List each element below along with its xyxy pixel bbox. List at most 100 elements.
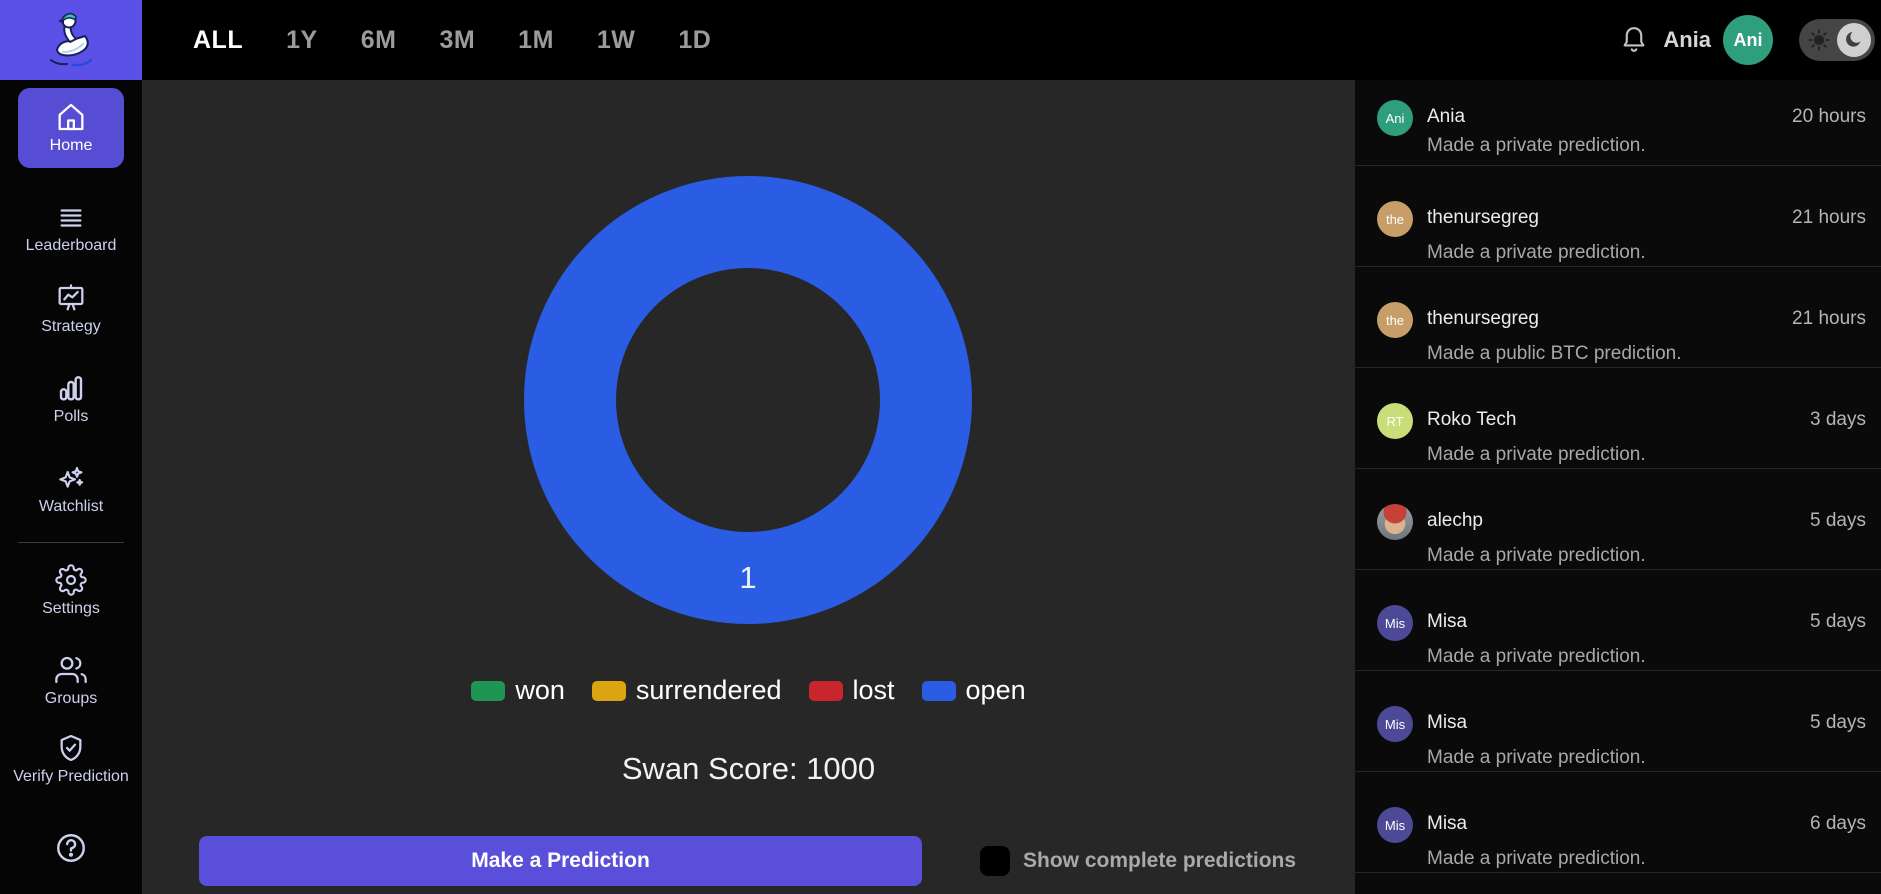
feed-timestamp: 6 days — [1810, 813, 1866, 834]
avatar: the — [1377, 302, 1413, 338]
sidebar-item-help[interactable] — [0, 831, 142, 865]
avatar: the — [1377, 201, 1413, 237]
feed-item[interactable]: the thenursegreg 21 hours Made a public … — [1355, 267, 1881, 368]
avatar: Mis — [1377, 706, 1413, 742]
bar-chart-icon — [0, 372, 142, 404]
feed-timestamp: 3 days — [1810, 409, 1866, 430]
legend-item-lost[interactable]: lost — [808, 675, 895, 706]
feed-description: Made a private prediction. — [1427, 848, 1646, 869]
tab-1w[interactable]: 1W — [597, 26, 636, 55]
sidebar-item-watchlist[interactable]: Watchlist — [0, 462, 142, 517]
sparkles-icon — [0, 462, 142, 494]
make-prediction-button[interactable]: Make a Prediction — [199, 836, 922, 886]
feed-description: Made a private prediction. — [1427, 444, 1646, 465]
feed-item[interactable]: the thenursegreg 21 hours Made a private… — [1355, 166, 1881, 267]
sidebar-item-label: Strategy — [41, 318, 101, 335]
feed-item[interactable]: alechp 5 days Made a private prediction. — [1355, 469, 1881, 570]
main-content: 1 won surrendered lost open Swan Score: … — [142, 80, 1355, 894]
tab-all[interactable]: ALL — [193, 26, 243, 55]
bell-icon[interactable] — [1619, 23, 1649, 57]
feed-user-name: Misa — [1427, 813, 1468, 834]
legend-item-surrendered[interactable]: surrendered — [591, 675, 782, 706]
feed-timestamp: 21 hours — [1792, 308, 1866, 329]
feed-user-name: thenursegreg — [1427, 308, 1539, 329]
sidebar-item-groups[interactable]: Groups — [0, 654, 142, 709]
presentation-chart-icon — [0, 282, 142, 314]
sidebar-item-label: Home — [49, 137, 93, 154]
sidebar-item-label: Watchlist — [38, 498, 104, 515]
sidebar-item-label: Settings — [42, 600, 100, 617]
sidebar-item-label: Leaderboard — [25, 237, 117, 254]
moon-icon — [1837, 23, 1871, 57]
activity-feed: Ani Ania 20 hours Made a private predict… — [1355, 80, 1881, 894]
avatar-photo — [1377, 504, 1413, 540]
legend-item-won[interactable]: won — [471, 675, 565, 706]
tab-1d[interactable]: 1D — [678, 26, 711, 55]
chart-legend: won surrendered lost open — [142, 675, 1355, 706]
feed-timestamp: 5 days — [1810, 611, 1866, 632]
home-icon — [54, 100, 88, 134]
sidebar: Home Leaderboard Strategy Polls Watchlis… — [0, 80, 142, 894]
avatar: Mis — [1377, 807, 1413, 843]
legend-item-open[interactable]: open — [921, 675, 1026, 706]
feed-description: Made a private prediction. — [1427, 135, 1646, 156]
feed-item[interactable]: Mis Misa 5 days Made a private predictio… — [1355, 671, 1881, 772]
feed-item[interactable]: RT Roko Tech 3 days Made a private predi… — [1355, 368, 1881, 469]
feed-user-name: thenursegreg — [1427, 207, 1539, 228]
actions-row: Make a Prediction Show complete predicti… — [199, 836, 1296, 886]
sidebar-item-home[interactable]: Home — [18, 88, 124, 168]
tab-1m[interactable]: 1M — [518, 26, 554, 55]
sidebar-item-verify-prediction[interactable]: Verify Prediction — [0, 732, 142, 787]
feed-item[interactable]: Mis Misa 5 days Made a private predictio… — [1355, 570, 1881, 671]
feed-user-name: Misa — [1427, 712, 1468, 733]
avatar: Ani — [1377, 100, 1413, 136]
top-bar: ALL 1Y 6M 3M 1M 1W 1D Ania Ani — [0, 0, 1881, 80]
feed-description: Made a public BTC prediction. — [1427, 343, 1682, 364]
user-avatar[interactable]: Ani — [1723, 15, 1773, 65]
tab-6m[interactable]: 6M — [361, 26, 397, 55]
sidebar-item-label: Polls — [53, 408, 89, 425]
legend-label: lost — [852, 675, 895, 705]
feed-description: Made a private prediction. — [1427, 242, 1646, 263]
help-icon — [0, 831, 142, 865]
sidebar-item-leaderboard[interactable]: Leaderboard — [0, 203, 142, 256]
sidebar-item-polls[interactable]: Polls — [0, 372, 142, 427]
list-icon — [0, 203, 142, 233]
feed-item[interactable]: Ani Ania 20 hours Made a private predict… — [1355, 80, 1881, 166]
sidebar-divider — [18, 542, 124, 543]
show-complete-label: Show complete predictions — [1023, 849, 1297, 872]
sidebar-item-strategy[interactable]: Strategy — [0, 282, 142, 337]
donut-ring — [524, 176, 972, 624]
feed-user-name: Misa — [1427, 611, 1468, 632]
avatar: RT — [1377, 403, 1413, 439]
swan-logo — [39, 8, 103, 72]
theme-toggle[interactable] — [1799, 19, 1875, 61]
timeframe-tabs: ALL 1Y 6M 3M 1M 1W 1D — [193, 26, 711, 55]
feed-timestamp: 5 days — [1810, 510, 1866, 531]
user-name[interactable]: Ania — [1663, 27, 1711, 53]
legend-label: open — [965, 675, 1026, 705]
feed-timestamp: 5 days — [1810, 712, 1866, 733]
legend-swatch-open — [921, 680, 956, 701]
tab-3m[interactable]: 3M — [439, 26, 475, 55]
predictions-donut-chart: 1 — [524, 176, 972, 624]
shield-check-icon — [0, 732, 142, 764]
donut-datalabel: 1 — [739, 560, 757, 595]
gear-icon — [0, 564, 142, 596]
sidebar-item-label: Verify Prediction — [13, 768, 129, 785]
feed-user-name: Roko Tech — [1427, 409, 1517, 430]
logo[interactable] — [0, 0, 142, 80]
legend-swatch-surrendered — [591, 680, 626, 701]
feed-description: Made a private prediction. — [1427, 747, 1646, 768]
sidebar-item-label: Groups — [44, 690, 98, 707]
legend-swatch-won — [471, 680, 506, 701]
legend-label: surrendered — [635, 675, 782, 705]
feed-user-name: Ania — [1427, 106, 1466, 127]
topbar-right-cluster: Ania Ani — [1619, 15, 1875, 65]
feed-user-name: alechp — [1427, 510, 1483, 531]
show-complete-checkbox[interactable] — [980, 846, 1010, 876]
tab-1y[interactable]: 1Y — [286, 26, 318, 55]
feed-item[interactable]: Mis Misa 6 days Made a private predictio… — [1355, 772, 1881, 873]
users-icon — [0, 654, 142, 686]
sidebar-item-settings[interactable]: Settings — [0, 564, 142, 619]
